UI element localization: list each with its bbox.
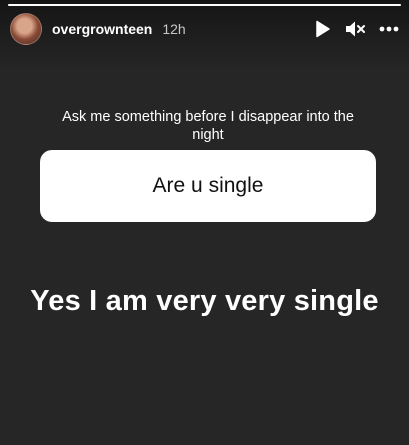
story-header: overgrownteen 12h — [10, 13, 399, 45]
mute-button[interactable] — [345, 20, 365, 38]
story-caption: Yes I am very very single — [30, 285, 379, 317]
play-button[interactable] — [315, 20, 331, 38]
question-prompt: Ask me something before I disappear into… — [62, 109, 354, 143]
story-progress-bar — [8, 4, 401, 6]
more-horizontal-icon — [379, 26, 399, 32]
avatar[interactable] — [10, 13, 42, 45]
answer-card: Are u single — [40, 150, 376, 222]
story-controls — [315, 20, 399, 38]
username[interactable]: overgrownteen — [52, 21, 152, 37]
answer-text: Are u single — [152, 174, 264, 197]
timestamp: 12h — [162, 21, 186, 37]
play-icon — [316, 20, 330, 38]
story-viewer: overgrownteen 12h Ask me something befor… — [0, 0, 409, 445]
story-progress-fill — [8, 4, 401, 6]
question-sticker: Ask me something before I disappear into… — [40, 108, 376, 222]
muted-speaker-icon — [346, 21, 365, 37]
more-options-button[interactable] — [379, 26, 399, 32]
